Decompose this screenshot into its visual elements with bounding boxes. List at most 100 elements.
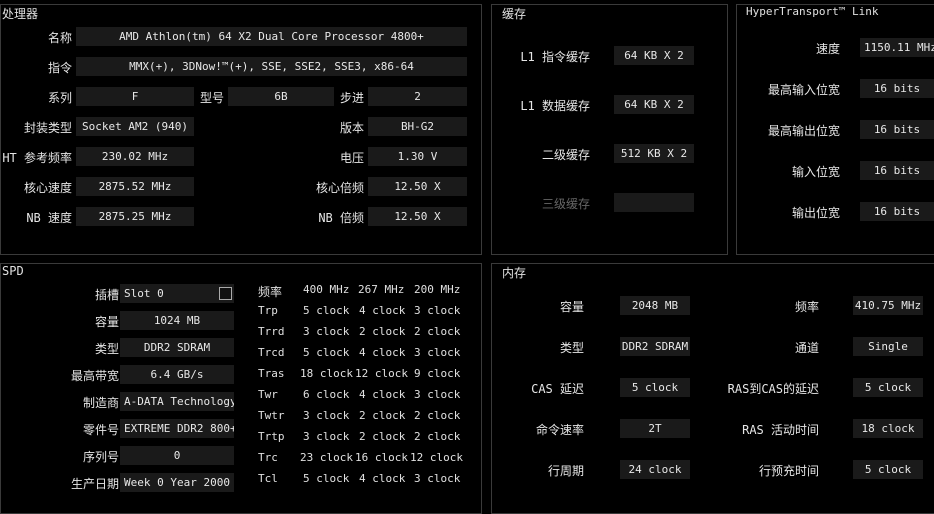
ht-max-out-value: 16 bits <box>860 120 934 139</box>
timing-cell: 3 clock <box>414 304 461 317</box>
spd-type-value: DDR2 SDRAM <box>120 338 234 357</box>
timing-name: Twtr <box>258 409 285 422</box>
cpu-instr-label: 指令 <box>47 61 72 75</box>
cpu-model-label: 型号 <box>199 91 224 105</box>
spd-mfr-label: 制造商 <box>82 396 119 410</box>
cpu-ht-value: 230.02 MHz <box>76 147 194 166</box>
spd-type-label: 类型 <box>94 342 119 356</box>
cpu-core-mult-label: 核心倍频 <box>315 181 364 195</box>
cpu-core-mult-value: 12.50 X <box>368 177 467 196</box>
cpu-stepping-value: 2 <box>368 87 467 106</box>
timing-cell: 2 clock <box>414 409 461 422</box>
timing-cell: 3 clock <box>303 325 350 338</box>
timing-header-col3: 200 MHz <box>414 283 461 296</box>
spd-serial-label: 序列号 <box>82 450 119 464</box>
timing-cell: 16 clock <box>355 451 408 464</box>
processor-title: 处理器 <box>2 7 39 21</box>
cpu-name-value: AMD Athlon(tm) 64 X2 Dual Core Processor… <box>76 27 467 46</box>
mem-rc-label: 行周期 <box>547 464 584 478</box>
cpu-package-label: 封装类型 <box>23 121 72 135</box>
cpu-instr-value: MMX(+), 3DNow!™(+), SSE, SSE2, SSE3, x86… <box>76 57 467 76</box>
timing-cell: 5 clock <box>303 304 350 317</box>
timing-cell: 4 clock <box>359 346 406 359</box>
timing-cell: 18 clock <box>300 367 353 380</box>
spd-slot-select[interactable]: Slot 0 <box>120 284 234 303</box>
spd-slot-checkbox[interactable] <box>219 287 232 300</box>
cache-l2-label: 二级缓存 <box>541 148 590 162</box>
ht-out-value: 16 bits <box>860 202 934 221</box>
mem-cas-label: CAS 延迟 <box>531 382 584 396</box>
timing-cell: 4 clock <box>359 388 406 401</box>
cache-l1d-label: L1 数据缓存 <box>520 99 590 113</box>
timing-cell: 2 clock <box>414 430 461 443</box>
cache-l1i-label: L1 指令缓存 <box>520 50 590 64</box>
mem-ras-label: RAS 活动时间 <box>742 423 819 437</box>
timing-name: Trtp <box>258 430 285 443</box>
timing-cell: 2 clock <box>359 430 406 443</box>
cpu-nb-speed-label: NB 速度 <box>26 211 72 225</box>
cpu-nb-speed-value: 2875.25 MHz <box>76 207 194 226</box>
mem-channel-label: 通道 <box>794 341 819 355</box>
timing-header-col2: 267 MHz <box>358 283 405 296</box>
ht-speed-label: 速度 <box>815 42 840 56</box>
timing-cell: 12 clock <box>355 367 408 380</box>
timing-cell: 6 clock <box>303 388 350 401</box>
mem-rp-label: 行预充时间 <box>758 464 819 478</box>
timing-name: Tcl <box>258 472 278 485</box>
memory-title: 内存 <box>502 266 527 280</box>
mem-freq-label: 频率 <box>794 300 819 314</box>
timing-cell: 3 clock <box>414 472 461 485</box>
spd-slot-label: 插槽 <box>94 288 119 302</box>
mem-size-label: 容量 <box>559 300 584 314</box>
cache-l1i-value: 64 KB X 2 <box>614 46 694 65</box>
timing-cell: 9 clock <box>414 367 461 380</box>
cpu-stepping-label: 步进 <box>339 91 364 105</box>
spd-bw-value: 6.4 GB/s <box>120 365 234 384</box>
spd-title: SPD <box>2 264 24 278</box>
timing-cell: 3 clock <box>303 409 350 422</box>
cpu-revision-label: 版本 <box>339 121 364 135</box>
cpu-family-value: F <box>76 87 194 106</box>
mem-size-value: 2048 MB <box>620 296 690 315</box>
timing-name: Trc <box>258 451 278 464</box>
cpu-core-speed-label: 核心速度 <box>23 181 72 195</box>
timing-cell: 4 clock <box>359 304 406 317</box>
cache-title: 缓存 <box>502 7 527 21</box>
timing-cell: 23 clock <box>300 451 353 464</box>
mem-cas-value: 5 clock <box>620 378 690 397</box>
cpu-package-value: Socket AM2 (940) <box>76 117 194 136</box>
ht-in-value: 16 bits <box>860 161 934 180</box>
timing-name: Trp <box>258 304 278 317</box>
timing-name: Trcd <box>258 346 285 359</box>
ht-max-in-value: 16 bits <box>860 79 934 98</box>
cpu-family-label: 系列 <box>47 91 72 105</box>
mem-cr-label: 命令速率 <box>535 423 584 437</box>
timing-cell: 5 clock <box>303 472 350 485</box>
timing-cell: 5 clock <box>303 346 350 359</box>
cpu-revision-value: BH-G2 <box>368 117 467 136</box>
cpu-ht-label: HT 参考频率 <box>2 151 72 165</box>
cache-l2-value: 512 KB X 2 <box>614 144 694 163</box>
mem-rcd-value: 5 clock <box>853 378 923 397</box>
spd-serial-value: 0 <box>120 446 234 465</box>
mem-rc-value: 24 clock <box>620 460 690 479</box>
timing-header-col1: 400 MHz <box>303 283 350 296</box>
cpu-nb-mult-value: 12.50 X <box>368 207 467 226</box>
cache-panel <box>491 4 728 255</box>
mem-freq-value: 410.75 MHz <box>853 296 923 315</box>
hypertransport-title: HyperTransport™ Link <box>746 5 879 18</box>
timing-cell: 4 clock <box>359 472 406 485</box>
timing-header-label: 频率 <box>258 285 283 299</box>
spd-bw-label: 最高带宽 <box>70 369 119 383</box>
mem-cr-value: 2T <box>620 419 690 438</box>
timing-name: Trrd <box>258 325 285 338</box>
mem-rcd-label: RAS到CAS的延迟 <box>727 382 819 396</box>
mem-type-value: DDR2 SDRAM <box>620 337 690 356</box>
cpu-model-value: 6B <box>228 87 334 106</box>
ht-max-in-label: 最高输入位宽 <box>767 83 840 97</box>
mem-rp-value: 5 clock <box>853 460 923 479</box>
cpu-voltage-label: 电压 <box>339 151 364 165</box>
spd-size-label: 容量 <box>94 315 119 329</box>
spd-part-label: 零件号 <box>82 423 119 437</box>
ht-max-out-label: 最高输出位宽 <box>767 124 840 138</box>
